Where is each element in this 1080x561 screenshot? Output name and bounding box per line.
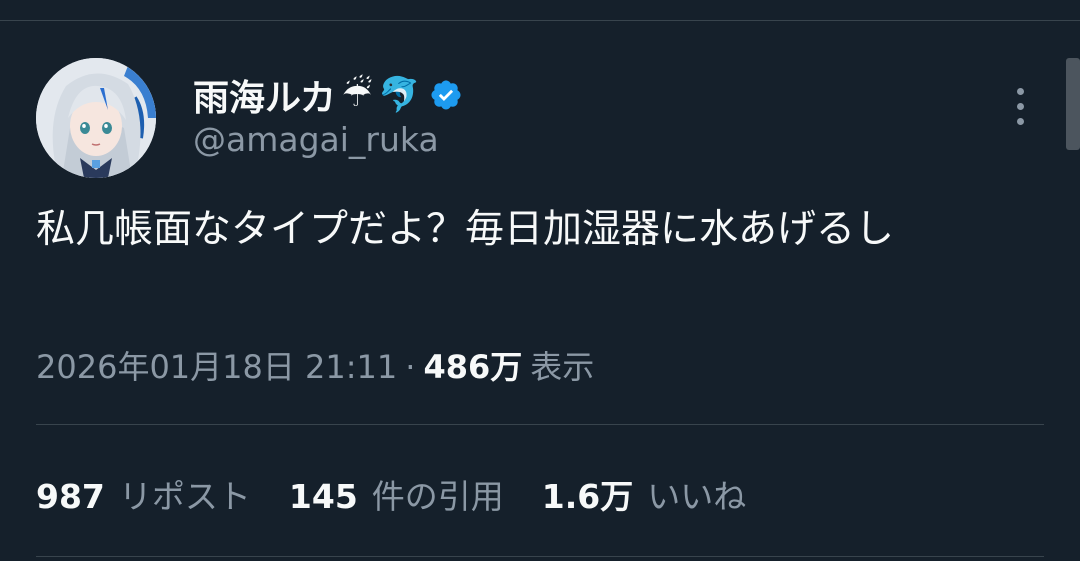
more-options-button[interactable]	[1002, 84, 1038, 128]
like-label: いいね	[647, 477, 747, 516]
views-label: 表示	[530, 348, 595, 386]
repost-count: 987	[36, 477, 105, 516]
quote-count: 145	[288, 477, 358, 516]
author-name-row[interactable]: 雨海ルカ ☔ 🐬	[193, 70, 463, 120]
meta-divider	[36, 424, 1044, 425]
meta-separator: ·	[405, 348, 416, 386]
tweet-detail: 雨海ルカ ☔ 🐬 @amagai_ruka 私几帳面なタイプだよ？毎日加湿器に水…	[0, 0, 1080, 561]
like-count: 1.6万	[541, 477, 634, 516]
repost-stat[interactable]: 987 リポスト	[36, 470, 251, 518]
avatar[interactable]	[36, 58, 156, 178]
author-handle[interactable]: @amagai_ruka	[193, 120, 439, 159]
quote-stat[interactable]: 145 件の引用	[289, 470, 504, 518]
author-display-name[interactable]: 雨海ルカ	[193, 69, 336, 121]
like-stat[interactable]: 1.6万 いいね	[542, 470, 746, 518]
tweet-text: 私几帳面なタイプだよ？毎日加湿器に水あげるし	[36, 207, 895, 252]
stats-divider	[36, 556, 1044, 557]
avatar-image	[36, 58, 156, 178]
quote-label: 件の引用	[371, 477, 504, 516]
views-count: 486万	[423, 348, 523, 386]
more-vertical-icon	[1016, 87, 1024, 95]
top-divider	[0, 20, 1080, 21]
scrollbar-thumb[interactable]	[1066, 58, 1080, 150]
tweet-meta: 2026年01月18日 21:11 · 486万 表示	[36, 342, 594, 388]
dolphin-emoji-icon: 🐬	[378, 75, 421, 115]
more-vertical-icon-dot	[1016, 102, 1024, 110]
umbrella-emoji-icon: ☔	[341, 75, 373, 115]
tweet-timestamp[interactable]: 2026年01月18日 21:11	[36, 342, 397, 388]
repost-label: リポスト	[118, 477, 251, 516]
engagement-stats: 987 リポスト 145 件の引用 1.6万 いいね	[36, 470, 784, 518]
more-vertical-icon-dot	[1016, 117, 1024, 125]
verified-badge-icon[interactable]	[429, 78, 463, 112]
